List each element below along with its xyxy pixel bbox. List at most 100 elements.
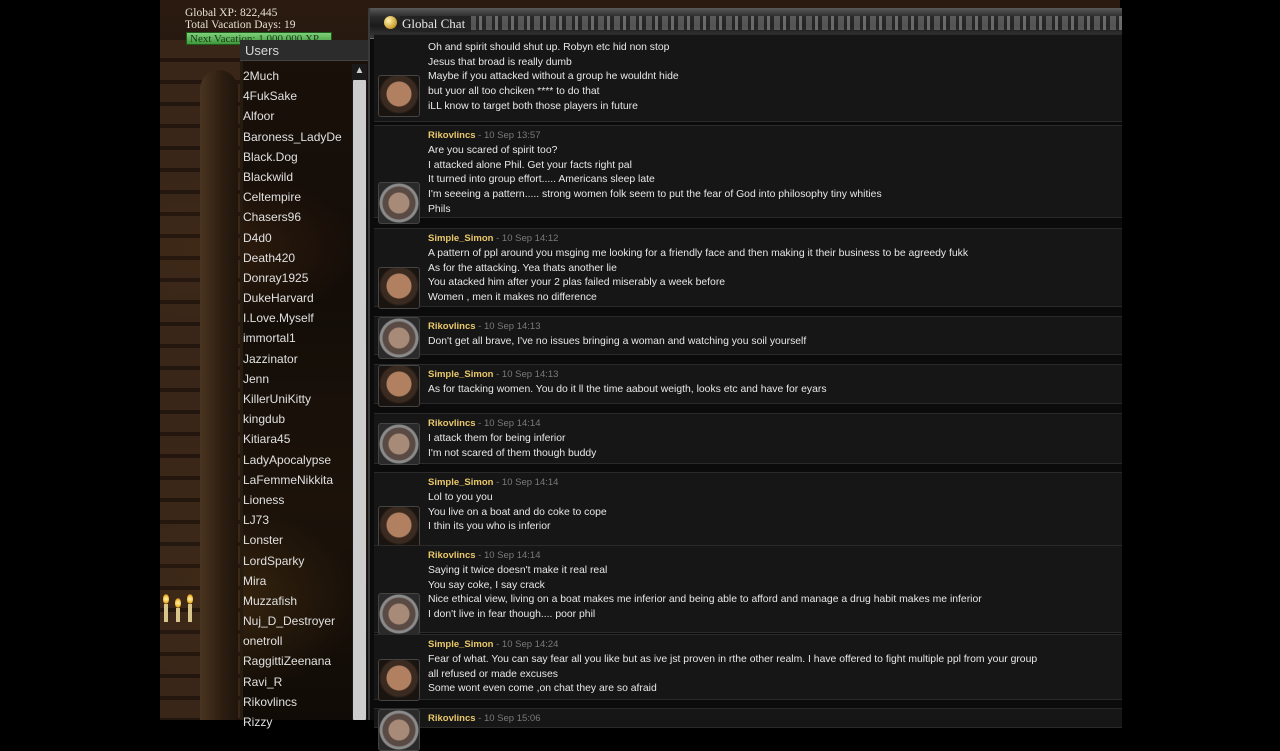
message-line: Nice ethical view, living on a boat make… [428,594,982,606]
user-list-item[interactable]: DukeHarvard [243,288,353,308]
message-timestamp: - 10 Sep 13:57 [475,130,541,141]
message-header: Rikovlincs - 10 Sep 13:57 [428,130,541,141]
message-line: Maybe if you attacked without a group he… [428,71,679,83]
message-line: Women , men it makes no difference [428,292,597,304]
avatar[interactable] [378,593,420,635]
message-author[interactable]: Rikovlincs [428,130,476,141]
message-author[interactable]: Simple_Simon [428,369,493,380]
avatar[interactable] [378,317,420,359]
user-list-item[interactable]: D4d0 [243,228,353,248]
message-timestamp: - 10 Sep 14:14 [493,477,559,488]
message-body: Are you scared of spirit too? I attacked … [428,144,882,218]
user-list-item[interactable]: LJ73 [243,510,353,530]
user-list-item[interactable]: Jenn [243,369,353,389]
user-list-item[interactable]: RaggittiZeenana [243,651,353,671]
title-ornament [470,16,1122,30]
message-line: Are you scared of spirit too? [428,145,558,156]
avatar[interactable] [378,659,420,701]
candles-decoration [160,582,204,622]
message-line: Oh and spirit should shut up. Robyn etc … [428,42,670,53]
message-author[interactable]: Rikovlincs [428,713,476,724]
message-line: You live on a boat and do coke to cope [428,506,607,518]
avatar[interactable] [378,709,420,751]
message-timestamp: - 10 Sep 14:13 [493,369,559,380]
chat-message: Rikovlincs - 10 Sep 14:13 Don't get all b… [374,316,1122,359]
global-chat-window: Global Chat Oh and spirit should shut up… [368,8,1122,751]
message-line: As for the attacking. Yea thats another … [428,262,617,274]
message-body: Oh and spirit should shut up. Robyn etc … [428,41,679,115]
message-author[interactable]: Simple_Simon [428,233,493,244]
chat-message: Rikovlincs - 10 Sep 13:57 Are you scared … [374,125,1122,224]
user-list-item[interactable]: LordSparky [243,551,353,571]
message-body: As for ttacking women. You do it ll the … [428,383,827,398]
user-list-item[interactable]: Donray1925 [243,268,353,288]
user-list-item[interactable]: Blackwild [243,167,353,187]
user-list-item[interactable]: KillerUniKitty [243,389,353,409]
message-line: I attacked alone Phil. Get your facts ri… [428,159,632,171]
message-body: Fear of what. You can say fear all you l… [428,653,1037,697]
user-list-item[interactable]: Chasers96 [243,207,353,227]
player-stats: Global XP: 822,445 Total Vacation Days: … [185,7,295,31]
message-body: Lol to you you You live on a boat and do … [428,491,607,535]
message-line: You atacked him after your 2 plas failed… [428,277,726,289]
message-author[interactable]: Simple_Simon [428,639,493,650]
user-list-item[interactable]: 2Much [243,66,353,86]
user-list-item[interactable]: kingdub [243,409,353,429]
user-list-item[interactable]: Rikovlincs [243,692,353,712]
avatar[interactable] [378,267,420,309]
users-scroll-thumb[interactable] [353,80,366,720]
user-list-item[interactable]: Celtempire [243,187,353,207]
user-list-item[interactable]: Alfoor [243,106,353,126]
message-line: Some wont even come ,on chat they are so… [428,683,657,695]
message-body: A pattern of ppl around you msging me lo… [428,247,968,306]
chat-message: Simple_Simon - 10 Sep 14:14 Lol to you yo… [374,472,1122,548]
avatar[interactable] [378,506,420,548]
user-list-item[interactable]: Lonster [243,530,353,550]
user-list-item[interactable]: Ravi_R [243,672,353,692]
avatar[interactable] [378,75,420,117]
user-list-item[interactable]: Lioness [243,490,353,510]
user-list-item[interactable]: LadyApocalypse [243,450,353,470]
message-header: Simple_Simon - 10 Sep 14:24 [428,639,558,650]
user-list-item[interactable]: Muzzafish [243,591,353,611]
message-header: Simple_Simon - 10 Sep 14:14 [428,477,558,488]
user-list-item[interactable]: immortal1 [243,328,353,348]
message-line: It turned into group effort..... America… [428,174,655,186]
users-scrollbar[interactable]: ▲ [352,64,367,720]
message-line: all refused or made excuses [428,668,558,680]
user-list-item[interactable]: Kitiara45 [243,429,353,449]
avatar[interactable] [378,423,420,465]
message-author[interactable]: Simple_Simon [428,477,493,488]
message-line: Fear of what. You can say fear all you l… [428,654,1038,665]
message-timestamp: - 10 Sep 14:14 [475,418,541,429]
avatar[interactable] [378,365,420,407]
message-line: A pattern of ppl around you msging me lo… [428,248,969,259]
message-author[interactable]: Rikovlincs [428,321,476,332]
message-line: As for ttacking women. You do it ll the … [428,384,827,395]
message-author[interactable]: Rikovlincs [428,550,476,561]
user-list-item[interactable]: onetroll [243,631,353,651]
chevron-up-icon[interactable]: ▲ [352,64,367,78]
message-author[interactable]: Rikovlincs [428,418,476,429]
user-list-item[interactable]: Rizzy [243,712,353,732]
message-timestamp: - 10 Sep 14:24 [493,639,559,650]
user-list-item[interactable]: I.Love.Myself [243,308,353,328]
message-line: iLL know to target both those players in… [428,100,638,112]
message-timestamp: - 10 Sep 14:13 [475,321,541,332]
message-header: Rikovlincs - 10 Sep 15:06 [428,713,541,724]
user-list-item[interactable]: Death420 [243,248,353,268]
message-line: Don't get all brave, I've no issues brin… [428,336,807,347]
user-list-item[interactable]: LaFemmeNikkita [243,470,353,490]
message-header: Simple_Simon - 10 Sep 14:13 [428,369,558,380]
user-list-item[interactable]: Mira [243,571,353,591]
user-list-item[interactable]: Baroness_LadyDe [243,127,353,147]
message-line: I'm not scared of them though buddy [428,447,597,459]
avatar[interactable] [378,182,420,224]
message-line: Saying it twice doesn't make it real rea… [428,565,608,576]
message-line: Lol to you you [428,492,493,503]
user-list-item[interactable]: Nuj_D_Destroyer [243,611,353,631]
user-list-item[interactable]: 4FukSake [243,86,353,106]
user-list-item[interactable]: Jazzinator [243,349,353,369]
user-list-item[interactable]: Black.Dog [243,147,353,167]
vacation-days-label: Total Vacation Days: 19 [185,19,296,31]
